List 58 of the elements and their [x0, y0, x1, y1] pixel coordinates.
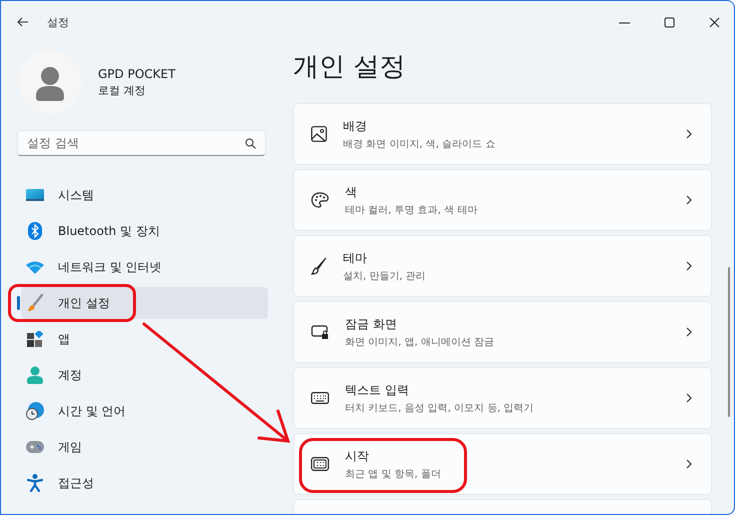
- settings-card[interactable]: 잠금 화면 화면 이미지, 앱, 애니메이션 잠금: [293, 301, 712, 363]
- lock-screen-icon: [311, 324, 329, 340]
- card-title: 배경: [343, 118, 368, 134]
- chevron-right-icon: [686, 393, 692, 403]
- globe-clock-icon: [26, 402, 44, 420]
- card-description: 화면 이미지, 앱, 애니메이션 잠금: [345, 336, 496, 348]
- sidebar-item[interactable]: 네트워크 및 인터넷: [21, 251, 268, 283]
- brush-icon: [311, 257, 327, 275]
- sidebar-item[interactable]: 앱: [21, 323, 268, 355]
- card-description: 배경 화면 이미지, 색, 슬라이드 쇼: [343, 138, 496, 150]
- back-arrow-icon[interactable]: [17, 17, 29, 27]
- card-title: 시작: [345, 448, 370, 464]
- settings-card[interactable]: 테마 설치, 만들기, 관리: [293, 235, 712, 297]
- card-title: 텍스트 입력: [345, 382, 410, 398]
- bluetooth-icon: [26, 222, 44, 240]
- chevron-right-icon: [686, 195, 692, 205]
- settings-card[interactable]: 색 테마 컬러, 투명 효과, 색 테마: [293, 169, 712, 231]
- sidebar-item[interactable]: Bluetooth 및 장치: [21, 215, 268, 247]
- gamepad-icon: [26, 441, 44, 453]
- image-icon: [311, 126, 327, 142]
- settings-card[interactable]: 시작 최근 앱 및 항목, 폴더: [293, 433, 712, 495]
- card-description: 테마 컬러, 투명 효과, 색 테마: [345, 204, 478, 216]
- card-title: 색: [345, 184, 358, 200]
- page-title: 개인 설정: [293, 51, 406, 84]
- window-title: 설정: [47, 14, 69, 30]
- close-icon[interactable]: [709, 16, 720, 28]
- apps-icon: [26, 331, 44, 347]
- card-description: 설치, 만들기, 관리: [343, 270, 427, 282]
- card-title: 테마: [343, 250, 368, 266]
- sidebar-item[interactable]: 접근성: [21, 467, 268, 499]
- search-field[interactable]: 설정 검색: [17, 130, 266, 156]
- settings-card[interactable]: 텍스트 입력 터치 키보드, 음성 입력, 이모지 등, 입력기: [293, 367, 712, 429]
- sidebar-item[interactable]: 계정: [21, 359, 268, 391]
- wifi-icon: [26, 260, 44, 274]
- search-icon: [245, 138, 256, 149]
- maximize-icon[interactable]: [664, 16, 675, 28]
- chevron-right-icon: [686, 261, 692, 271]
- accessibility-icon: [26, 474, 44, 492]
- avatar-icon: [18, 50, 82, 114]
- card-title: 잠금 화면: [345, 316, 398, 332]
- sidebar-item[interactable]: 시스템: [21, 179, 268, 211]
- palette-icon: [311, 192, 329, 208]
- sidebar-item[interactable]: 시간 및 언어: [21, 395, 268, 427]
- account-type: 로컬 계정: [98, 82, 146, 98]
- start-menu-icon: [311, 457, 329, 471]
- monitor-icon: [26, 188, 44, 202]
- card-description: 최근 앱 및 항목, 폴더: [345, 468, 442, 480]
- paintbrush-icon: [26, 294, 44, 312]
- chevron-right-icon: [686, 129, 692, 139]
- scrollbar[interactable]: [728, 267, 730, 417]
- keyboard-icon: [311, 392, 329, 404]
- settings-card[interactable]: 배경 배경 화면 이미지, 색, 슬라이드 쇼: [293, 103, 712, 165]
- person-icon: [26, 366, 44, 384]
- chevron-right-icon: [686, 327, 692, 337]
- account-name: GPD POCKET: [98, 66, 176, 80]
- chevron-right-icon: [686, 459, 692, 469]
- sidebar-item[interactable]: 게임: [21, 431, 268, 463]
- card-description: 터치 키보드, 음성 입력, 이모지 등, 입력기: [345, 402, 535, 414]
